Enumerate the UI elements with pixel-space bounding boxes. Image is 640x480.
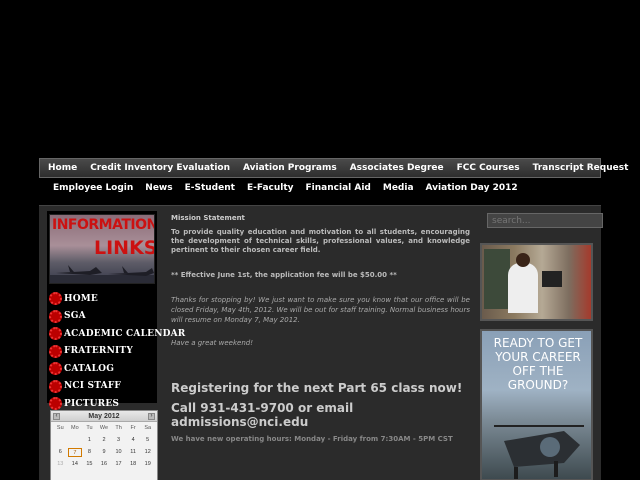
calendar-day[interactable]: 12 — [140, 448, 155, 457]
airplanes-image — [50, 265, 154, 283]
calendar-grid: Su Mo Tu We Th Fr Sa 1 2 3 4 5 6 7 8 9 10 11 12 13 14 15 16 17 1… — [51, 422, 157, 469]
calendar-day[interactable]: 19 — [140, 460, 155, 469]
side-link-home[interactable]: HOME — [49, 290, 157, 308]
calendar-dow: Mo — [71, 425, 79, 431]
calendar-dow: Th — [115, 425, 122, 431]
calendar-day[interactable]: 15 — [82, 460, 97, 469]
registration-headline: Registering for the next Part 65 class n… — [171, 381, 463, 395]
main-content: Mission Statement To provide quality edu… — [171, 214, 470, 443]
office-closure-notice: Thanks for stopping by! We just want to … — [171, 296, 470, 324]
calendar-dow: Sa — [144, 425, 152, 431]
calendar-widget: ‹ May 2012 › Su Mo Tu We Th Fr Sa 1 2 3 4 5 6 7 8 9 10 11… — [50, 410, 158, 480]
nav-associates-degree[interactable]: Associates Degree — [350, 163, 444, 173]
banner-title-line2: LINKS — [94, 237, 155, 259]
career-ad-banner[interactable]: READY TO GET YOUR CAREER OFF THE GROUND? — [480, 329, 593, 480]
nav-home[interactable]: Home — [48, 163, 77, 173]
calendar-day[interactable]: 9 — [97, 448, 112, 457]
mission-statement-heading: Mission Statement — [171, 214, 245, 222]
calendar-day[interactable]: 4 — [126, 436, 141, 445]
nav-fcc-courses[interactable]: FCC Courses — [457, 163, 520, 173]
calendar-dow: Fr — [130, 425, 136, 431]
nav-news[interactable]: News — [145, 183, 172, 193]
nav-credit-inventory-evaluation[interactable]: Credit Inventory Evaluation — [90, 163, 230, 173]
top-navigation: Home Credit Inventory Evaluation Aviatio… — [39, 158, 628, 178]
calendar-day[interactable]: 13 — [53, 460, 68, 469]
calendar-day[interactable]: 11 — [126, 448, 141, 457]
side-link-catalog[interactable]: CATALOG — [49, 360, 157, 378]
nav-e-faculty[interactable]: E-Faculty — [247, 183, 294, 193]
gear-icon — [49, 344, 62, 358]
calendar-day[interactable]: 16 — [97, 460, 112, 469]
nav-media[interactable]: Media — [383, 183, 414, 193]
helicopter-image — [494, 425, 584, 479]
gear-icon — [49, 379, 62, 393]
gear-icon — [49, 327, 62, 341]
weekend-message: Have a great weekend! — [171, 339, 254, 347]
staff-photo — [480, 243, 593, 321]
calendar-month-title: May 2012 — [88, 412, 120, 420]
calendar-day[interactable]: 17 — [111, 460, 126, 469]
gear-icon — [49, 397, 62, 411]
calendar-dow: Tu — [86, 425, 93, 431]
calendar-dow: We — [99, 425, 109, 431]
banner-title-line1: INFORMATION — [52, 217, 155, 233]
nav-employee-login[interactable]: Employee Login — [53, 183, 133, 193]
sub-navigation: Employee Login News E-Student E-Faculty … — [39, 178, 601, 198]
calendar-day — [53, 436, 68, 445]
nav-aviation-programs[interactable]: Aviation Programs — [243, 163, 337, 173]
calendar-day[interactable]: 18 — [126, 460, 141, 469]
gear-icon — [49, 309, 62, 323]
calendar-day[interactable]: 5 — [140, 436, 155, 445]
calendar-header: ‹ May 2012 › — [51, 411, 157, 422]
mission-statement-text: To provide quality education and motivat… — [171, 228, 470, 254]
application-fee-notice: ** Effective June 1st, the application f… — [171, 271, 397, 279]
side-link-sga[interactable]: SGA — [49, 308, 157, 326]
chevron-left-icon[interactable]: ‹ — [53, 412, 60, 420]
ad-text: READY TO GET YOUR CAREER OFF THE GROUND? — [493, 336, 583, 392]
nav-financial-aid[interactable]: Financial Aid — [306, 183, 371, 193]
calendar-day[interactable]: 2 — [97, 436, 112, 445]
calendar-day[interactable]: 14 — [68, 460, 83, 469]
nav-transcript-request[interactable]: Transcript Request — [533, 163, 629, 173]
calendar-day[interactable]: 7 — [67, 448, 83, 457]
nav-e-student[interactable]: E-Student — [185, 183, 235, 193]
calendar-day[interactable]: 6 — [53, 448, 68, 457]
information-links-banner: INFORMATION LINKS — [49, 214, 155, 284]
calendar-day[interactable]: 10 — [111, 448, 126, 457]
calendar-day[interactable]: 8 — [82, 448, 97, 457]
chevron-right-icon[interactable]: › — [147, 412, 155, 420]
gear-icon — [49, 292, 62, 306]
side-links: HOME SGA ACADEMIC CALENDAR FRATERNITY CA… — [49, 290, 185, 413]
calendar-day[interactable]: 1 — [82, 436, 97, 445]
calendar-day — [68, 436, 83, 445]
search-input[interactable] — [487, 213, 603, 228]
side-link-fraternity[interactable]: FRATERNITY — [49, 343, 157, 361]
main-container: INFORMATION LINKS HOME SGA ACADEMIC CALE… — [39, 205, 603, 480]
side-link-academic-calendar[interactable]: ACADEMIC CALENDAR — [49, 325, 185, 343]
contact-line: Call 931-431-9700 or email admissions@nc… — [171, 401, 354, 429]
calendar-dow: Su — [56, 425, 64, 431]
calendar-day[interactable]: 3 — [111, 436, 126, 445]
nav-aviation-day-2012[interactable]: Aviation Day 2012 — [426, 183, 518, 193]
information-links-panel: INFORMATION LINKS HOME SGA ACADEMIC CALE… — [47, 211, 185, 411]
side-link-nci-staff[interactable]: NCI STAFF — [49, 378, 157, 396]
gear-icon — [49, 362, 62, 376]
operating-hours: We have new operating hours: Monday - Fr… — [171, 435, 453, 443]
